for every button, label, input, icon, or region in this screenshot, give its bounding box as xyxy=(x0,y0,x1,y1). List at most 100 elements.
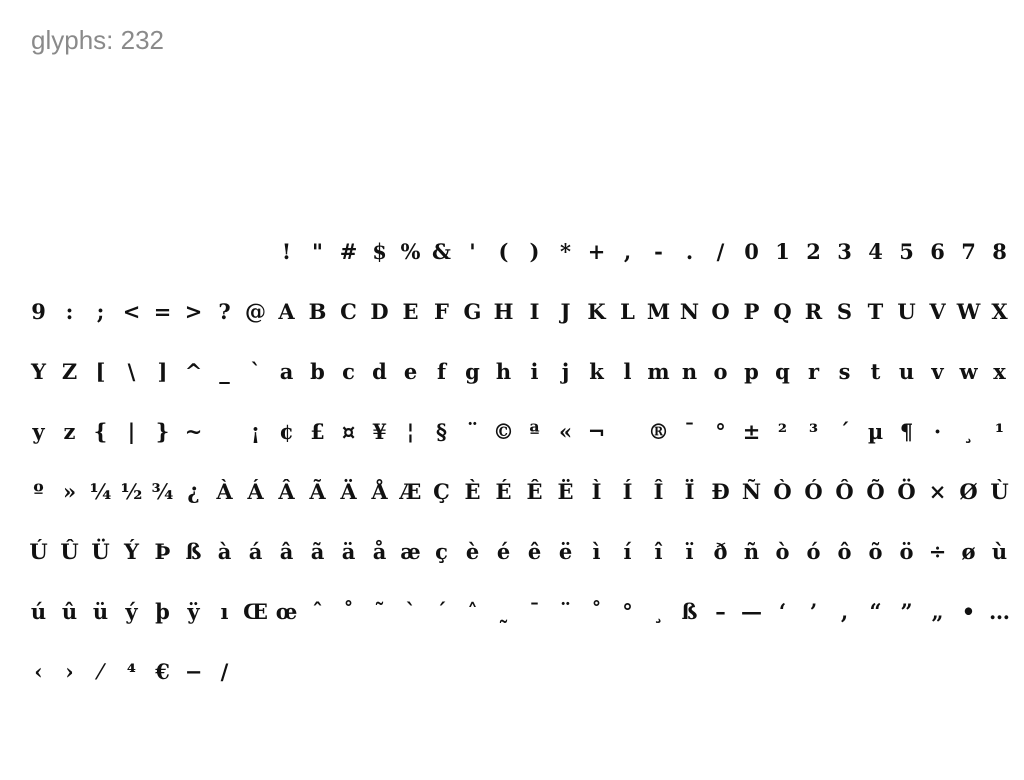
glyph-cell: 3 xyxy=(837,239,852,264)
glyph-cell: / xyxy=(716,239,725,264)
glyph-cell: , xyxy=(840,599,849,624)
glyph-cell: g xyxy=(465,359,480,384)
glyph-cell: x xyxy=(993,359,1006,384)
glyph-cell: ê xyxy=(527,539,542,564)
glyph-count-label: glyphs: 232 xyxy=(31,25,164,55)
glyph-cell xyxy=(178,222,209,282)
glyph-cell: È xyxy=(464,479,481,504)
glyph-cell xyxy=(54,222,85,282)
glyph-cell: Ú xyxy=(29,539,48,564)
glyph-cell: % xyxy=(400,239,421,264)
glyph-cell: á xyxy=(248,539,263,564)
glyph-cell: í xyxy=(623,539,632,564)
glyph-cell: ? xyxy=(218,299,231,324)
glyph-cell: @ xyxy=(245,299,266,324)
glyph-cell: ° xyxy=(715,419,726,444)
glyph-cell: N xyxy=(679,299,700,324)
glyph-cell: Q xyxy=(773,299,792,324)
glyph-cell: [ xyxy=(95,359,106,384)
glyph-cell: ˉ xyxy=(529,599,540,624)
glyph-cell: 2 xyxy=(806,239,821,264)
glyph-cell: ” xyxy=(900,599,913,624)
glyph-cell: w xyxy=(959,359,978,384)
glyph-cell: ’ xyxy=(809,599,818,624)
glyph-cell: Ê xyxy=(526,479,543,504)
glyph-cell: ˚ xyxy=(591,599,602,624)
glyph-cell: ¾ xyxy=(151,479,174,504)
glyph-cell: ¿ xyxy=(187,479,200,504)
glyph-cell: $ xyxy=(372,239,387,264)
glyph-cell: ½ xyxy=(120,479,143,504)
glyph-cell: 0 xyxy=(744,239,759,264)
glyph-cell: G xyxy=(463,299,482,324)
glyph-cell: # xyxy=(339,239,358,264)
glyph-cell: ò xyxy=(775,539,790,564)
glyph-cell: p xyxy=(744,359,759,384)
glyph-cell: / xyxy=(220,659,229,684)
glyph-cell: t xyxy=(870,359,881,384)
glyph-cell: c xyxy=(342,359,355,384)
glyph-cell: \ xyxy=(127,359,136,384)
glyph-cell: 1 xyxy=(775,239,790,264)
glyph-cell: 9 xyxy=(31,299,46,324)
glyph-cell: S xyxy=(836,299,853,324)
glyph-cell: P xyxy=(743,299,760,324)
glyph-cell: d xyxy=(372,359,387,384)
glyph-cell: > xyxy=(184,299,203,324)
glyph-cell: − xyxy=(184,659,203,684)
glyph-cell: h xyxy=(495,359,512,384)
glyph-cell: £ xyxy=(310,419,325,444)
glyph-cell: = xyxy=(153,299,172,324)
glyph-cell: Œ xyxy=(243,599,268,624)
glyph-cell: Ã xyxy=(309,479,326,504)
glyph-cell: ~ xyxy=(184,419,203,444)
glyph-cell: ˜ xyxy=(374,599,385,624)
glyph-cell: ± xyxy=(742,419,761,444)
glyph-cell: … xyxy=(989,599,1010,624)
glyph-cell: ( xyxy=(498,239,509,264)
glyph-cell: ] xyxy=(157,359,168,384)
glyph-cell: ¥ xyxy=(372,419,387,444)
glyph-cell: • xyxy=(961,599,976,624)
glyph-cell: , xyxy=(623,239,632,264)
glyph-cell: { xyxy=(93,419,108,444)
glyph-cell: Æ xyxy=(399,479,422,504)
glyph-cell: o xyxy=(713,359,728,384)
glyph-cell: ; xyxy=(96,299,105,324)
glyph-cell: Î xyxy=(653,479,664,504)
glyph-cell: W xyxy=(956,299,981,324)
glyph-cell: æ xyxy=(400,539,421,564)
glyph-cell: ` xyxy=(250,359,261,384)
glyph-cell: R xyxy=(804,299,823,324)
glyph-cell: ⁄ xyxy=(98,659,103,684)
glyph-cell: 7 xyxy=(961,239,976,264)
glyph-cell: e xyxy=(403,359,418,384)
glyph-cell: ³ xyxy=(808,419,819,444)
glyph-cell: F xyxy=(434,299,449,324)
glyph-cell: m xyxy=(647,359,670,384)
glyph-cell: ð xyxy=(713,539,728,564)
glyph-cell: ® xyxy=(648,419,669,444)
glyph-cell: ì xyxy=(592,539,601,564)
glyph-cell: B xyxy=(308,299,327,324)
glyph-cell: ˄ xyxy=(467,599,478,624)
glyph-cell: ë xyxy=(558,539,573,564)
glyph-cell: | xyxy=(127,419,136,444)
glyph-cell: ü xyxy=(92,599,109,624)
glyph-cell: ' xyxy=(469,239,476,264)
glyph-cell: 8 xyxy=(992,239,1007,264)
glyph-cell: ß xyxy=(681,599,698,624)
glyph-cell: å xyxy=(372,539,387,564)
glyph-cell: C xyxy=(340,299,357,324)
glyph-cell: ° xyxy=(622,599,633,624)
glyph-cell: O xyxy=(711,299,730,324)
glyph-cell: Ü xyxy=(91,539,110,564)
glyph-cell: J xyxy=(560,299,571,324)
glyph-cell: – xyxy=(715,599,726,624)
glyph-grid: ! " # $% & '() * +, -./0 1 2 3 4 5 6 7 8 9:; < = >? @ A B C D E F G H… xyxy=(23,222,1015,702)
glyph-cell: è xyxy=(465,539,480,564)
glyph-cell: & xyxy=(432,239,451,264)
glyph-cell: ¶ xyxy=(899,419,914,444)
glyph-cell: ý xyxy=(125,599,138,624)
glyph-cell: ó xyxy=(806,539,821,564)
